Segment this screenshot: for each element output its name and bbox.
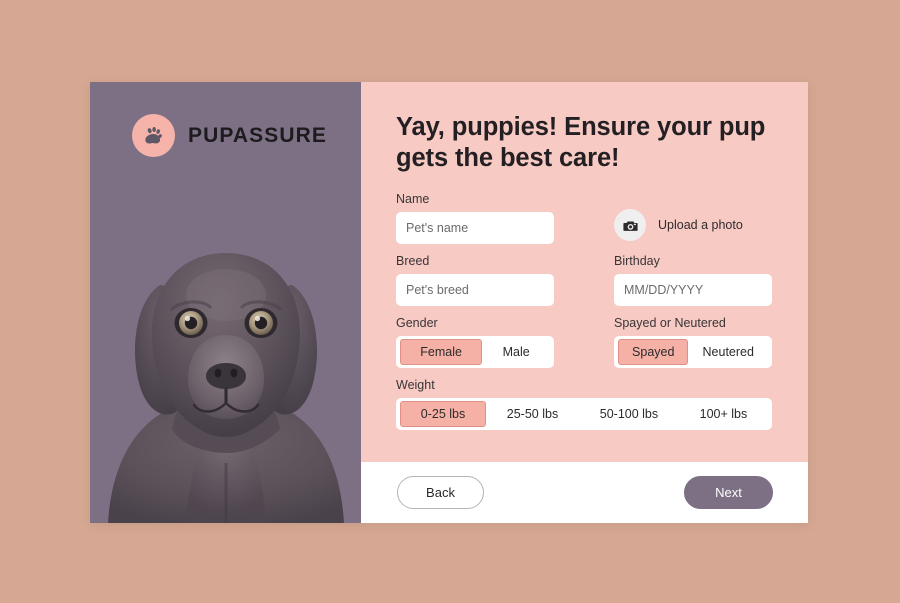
form-body: Yay, puppies! Ensure your pup gets the b… <box>361 82 808 462</box>
brand-logo: PUPASSURE <box>132 114 327 157</box>
card-footer: Back Next <box>361 462 808 523</box>
gender-option-female[interactable]: Female <box>400 339 483 366</box>
weight-option-50-100[interactable]: 50-100 lbs <box>579 401 679 427</box>
fixed-option-spayed[interactable]: Spayed <box>618 339 689 366</box>
brand-name: PUPASSURE <box>188 123 328 147</box>
camera-icon <box>614 209 646 242</box>
next-button[interactable]: Next <box>684 476 773 509</box>
back-button[interactable]: Back <box>397 476 484 509</box>
field-fixed: Spayed or Neutered Spayed Neutered <box>614 316 772 369</box>
gender-label: Gender <box>396 316 438 331</box>
weight-label: Weight <box>396 378 435 393</box>
gender-option-male[interactable]: Male <box>482 339 550 365</box>
field-name: Name <box>396 192 554 245</box>
row-weight: Weight 0-25 lbs 25-50 lbs 50-100 lbs 100… <box>396 378 772 431</box>
field-weight: Weight 0-25 lbs 25-50 lbs 50-100 lbs 100… <box>396 378 772 431</box>
puppy-illustration <box>108 253 344 523</box>
app-root: PUPASSURE Yay, puppies! Ensure your pup … <box>0 0 900 603</box>
page-title: Yay, puppies! Ensure your pup gets the b… <box>396 113 766 173</box>
name-input[interactable] <box>396 212 554 245</box>
weight-option-0-25[interactable]: 0-25 lbs <box>400 401 487 428</box>
fixed-segmented-control: Spayed Neutered <box>614 336 772 369</box>
weight-option-25-50[interactable]: 25-50 lbs <box>486 401 579 427</box>
weight-segmented-control: 0-25 lbs 25-50 lbs 50-100 lbs 100+ lbs <box>396 398 772 431</box>
birthday-input[interactable] <box>614 274 772 307</box>
paw-print-icon <box>132 114 175 157</box>
upload-photo-button[interactable]: Upload a photo <box>614 209 743 242</box>
field-breed: Breed <box>396 254 554 307</box>
upload-photo-label: Upload a photo <box>658 218 743 233</box>
field-gender: Gender Female Male <box>396 316 554 369</box>
row-name-upload: Name Pet's name Upload a photo <box>396 192 772 245</box>
weight-option-100-plus[interactable]: 100+ lbs <box>679 401 768 427</box>
fixed-option-neutered[interactable]: Neutered <box>688 339 768 365</box>
birthday-label: Birthday <box>614 254 660 269</box>
gender-segmented-control: Female Male <box>396 336 554 369</box>
field-upload: Upload a photo <box>614 192 772 244</box>
brand-sidebar: PUPASSURE <box>90 82 361 523</box>
breed-input[interactable] <box>396 274 554 307</box>
name-label: Name <box>396 192 430 207</box>
row-breed-birthday: Breed Birthday <box>396 254 772 307</box>
fixed-label: Spayed or Neutered <box>614 316 726 331</box>
form-panel: Yay, puppies! Ensure your pup gets the b… <box>361 82 808 523</box>
onboarding-card: PUPASSURE Yay, puppies! Ensure your pup … <box>90 82 808 523</box>
field-birthday: Birthday <box>614 254 772 307</box>
breed-label: Breed <box>396 254 430 269</box>
row-gender-fixed: Gender Female Male Spayed or Neutered Sp… <box>396 316 772 369</box>
